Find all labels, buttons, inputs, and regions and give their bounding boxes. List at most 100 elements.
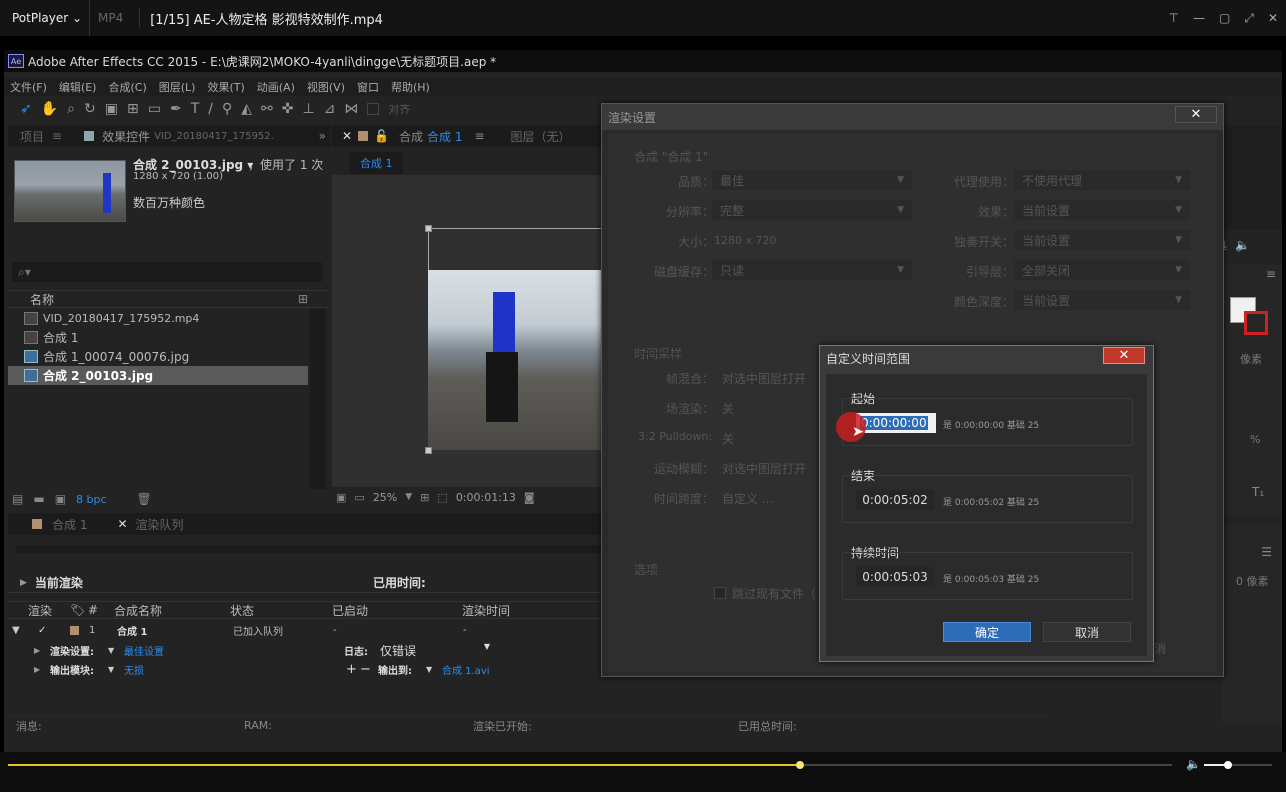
remove-output-icon[interactable]: − [360, 662, 378, 677]
close-tab-icon[interactable]: ✕ [332, 129, 358, 143]
project-item-jpg-sequence[interactable]: 合成 1_00074_00076.jpg [8, 347, 308, 366]
seek-handle[interactable] [795, 761, 804, 769]
cancel-button-partial[interactable]: 消 [1154, 640, 1166, 657]
col-comp-name[interactable]: 合成名称 [114, 602, 230, 619]
seek-track[interactable] [8, 761, 1172, 769]
grid-icon[interactable]: ⊞ [420, 491, 429, 504]
camera-tool-icon[interactable]: ▣ [105, 101, 118, 117]
col-number[interactable]: # [88, 603, 114, 617]
label-tag-icon[interactable]: 🏷 [70, 603, 88, 617]
minimize-icon[interactable]: — [1193, 11, 1205, 25]
text-tracking-icon[interactable]: T₁ [1252, 485, 1264, 499]
timecode[interactable]: 0:00:01:13 [456, 491, 516, 504]
frame-blend-value[interactable]: 对选中图层打开 [722, 370, 806, 387]
eraser-tool-icon[interactable]: ◭ [241, 101, 252, 117]
trash-icon[interactable]: 🗑 [137, 492, 152, 506]
output-to-link[interactable]: 合成 1.avi [442, 662, 490, 677]
menu-layer[interactable]: 图层(L) [153, 79, 202, 95]
menu-composition[interactable]: 合成(C) [102, 79, 152, 95]
time-span-value[interactable]: 自定义 ... [722, 490, 773, 507]
start-timecode-input[interactable]: 0:00:00:00 [856, 413, 936, 433]
puppet-tool-icon[interactable]: ✜ [282, 101, 294, 117]
expand-arrow-icon[interactable]: ▶ [8, 646, 50, 655]
add-output-icon[interactable]: + [346, 662, 360, 677]
menu-help[interactable]: 帮助(H) [385, 79, 436, 95]
collapse-arrow-icon[interactable]: ▼ [8, 625, 38, 636]
new-folder-icon[interactable]: ▬ [33, 492, 44, 506]
selection-tool-icon[interactable]: ➶ [20, 101, 32, 117]
render-checkbox[interactable]: ✓ [38, 625, 70, 636]
col-render[interactable]: 渲染 [8, 602, 70, 619]
region-icon[interactable]: ⬚ [437, 491, 447, 504]
ok-button[interactable]: 确定 [943, 622, 1031, 642]
tab-composition-name[interactable]: 合成 1 [427, 128, 462, 145]
roto-tool-icon[interactable]: ⚯ [261, 101, 273, 117]
pulldown-value[interactable]: 关 [722, 430, 734, 447]
comp-breadcrumb[interactable]: 合成 1 [350, 152, 403, 174]
project-scrollbar[interactable] [310, 309, 326, 489]
menu-animation[interactable]: 动画(A) [251, 79, 301, 95]
project-search-input[interactable]: ⌕▾ [12, 262, 322, 282]
tab-layer[interactable]: 图层（无） [511, 128, 571, 145]
skip-existing-checkbox[interactable] [714, 587, 726, 599]
zoom-level[interactable]: 25% [373, 491, 397, 504]
resolution-select[interactable]: 完整 ▼ [712, 200, 912, 220]
volume-icon[interactable]: 🔈 [1186, 757, 1201, 771]
output-module-link[interactable]: 无损 [124, 662, 346, 677]
menu-edit[interactable]: 编辑(E) [53, 79, 103, 95]
align-icon[interactable]: ☰ [1261, 545, 1272, 559]
effects-select[interactable]: 当前设置 ▼ [1014, 200, 1190, 220]
snap-checkbox[interactable] [367, 103, 380, 115]
tab-project[interactable]: 项目 [8, 128, 52, 145]
expand-arrow-icon[interactable]: ▶ [20, 578, 27, 588]
axis-world-icon[interactable]: ⊿ [324, 101, 336, 117]
tab-effect-controls[interactable]: 效果控件 [102, 128, 150, 145]
render-settings-link[interactable]: 最佳设置 [124, 643, 344, 658]
queue-item-row[interactable]: ▼ ✓ 1 合成 1 已加入队列 - - [8, 621, 608, 639]
comp-frame[interactable] [428, 270, 604, 450]
depth-select[interactable]: 当前设置 ▼ [1014, 290, 1190, 310]
expand-arrow-icon[interactable]: ▶ [8, 665, 50, 674]
proxy-select[interactable]: 不使用代理 ▼ [1014, 170, 1190, 190]
text-tool-icon[interactable]: T [191, 101, 200, 117]
pen-tool-icon[interactable]: ✒ [170, 101, 182, 117]
menu-file[interactable]: 文件(F) [4, 79, 53, 95]
panel-menu-icon[interactable]: ≡ [1266, 267, 1276, 281]
panel-menu-icon[interactable]: ≡ [474, 129, 484, 143]
field-render-value[interactable]: 关 [722, 400, 734, 417]
project-item-comp1[interactable]: 合成 1 [8, 328, 308, 347]
project-item-jpg-selected[interactable]: 合成 2_00103.jpg [8, 366, 308, 385]
disk-cache-select[interactable]: 只读 ▼ [712, 260, 912, 280]
new-comp-icon[interactable]: ▣ [55, 492, 66, 506]
menu-view[interactable]: 视图(V) [301, 79, 351, 95]
chevron-down-icon[interactable]: ▼ [108, 646, 124, 655]
motion-blur-value[interactable]: 对选中图层打开 [722, 460, 806, 477]
cancel-button[interactable]: 取消 [1043, 622, 1131, 642]
speaker-icon[interactable]: 🔈 [1235, 238, 1250, 252]
panel-menu-icon[interactable]: ≡ [52, 129, 62, 143]
end-timecode-input[interactable]: 0:00:05:02 [856, 490, 934, 510]
col-started[interactable]: 已启动 [332, 602, 462, 619]
menu-effect[interactable]: 效果(T) [201, 79, 250, 95]
volume-handle[interactable] [1223, 761, 1232, 769]
quality-select[interactable]: 最佳 ▼ [712, 170, 912, 190]
bpc-label[interactable]: 8 bpc [76, 493, 107, 506]
chevron-down-icon[interactable]: ▼ [405, 492, 412, 502]
project-item-video[interactable]: VID_20180417_175952.mp4 [8, 309, 308, 328]
maximize-icon[interactable]: ▢ [1219, 11, 1230, 25]
guide-select[interactable]: 全部关闭 ▼ [1014, 260, 1190, 280]
pan-behind-tool-icon[interactable]: ⊞ [127, 101, 139, 117]
tab-comp1[interactable]: 合成 1 [52, 516, 87, 533]
pin-icon[interactable]: ⊤ [1169, 11, 1179, 25]
expand-panels-icon[interactable]: » [319, 129, 326, 143]
lock-icon[interactable]: 🔓 [374, 129, 389, 143]
col-render-time[interactable]: 渲染时间 [462, 602, 510, 619]
hand-tool-icon[interactable]: ✋ [41, 101, 58, 117]
solo-select[interactable]: 当前设置 ▼ [1014, 230, 1190, 250]
tab-composition[interactable]: 合成 [399, 128, 423, 145]
player-menu-button[interactable]: PotPlayer ⌄ [0, 0, 90, 36]
interpret-footage-icon[interactable]: ▤ [12, 492, 23, 506]
snapshot-icon[interactable]: ◙ [524, 491, 535, 504]
tab-render-queue[interactable]: 渲染队列 [136, 516, 184, 533]
col-status[interactable]: 状态 [230, 602, 332, 619]
